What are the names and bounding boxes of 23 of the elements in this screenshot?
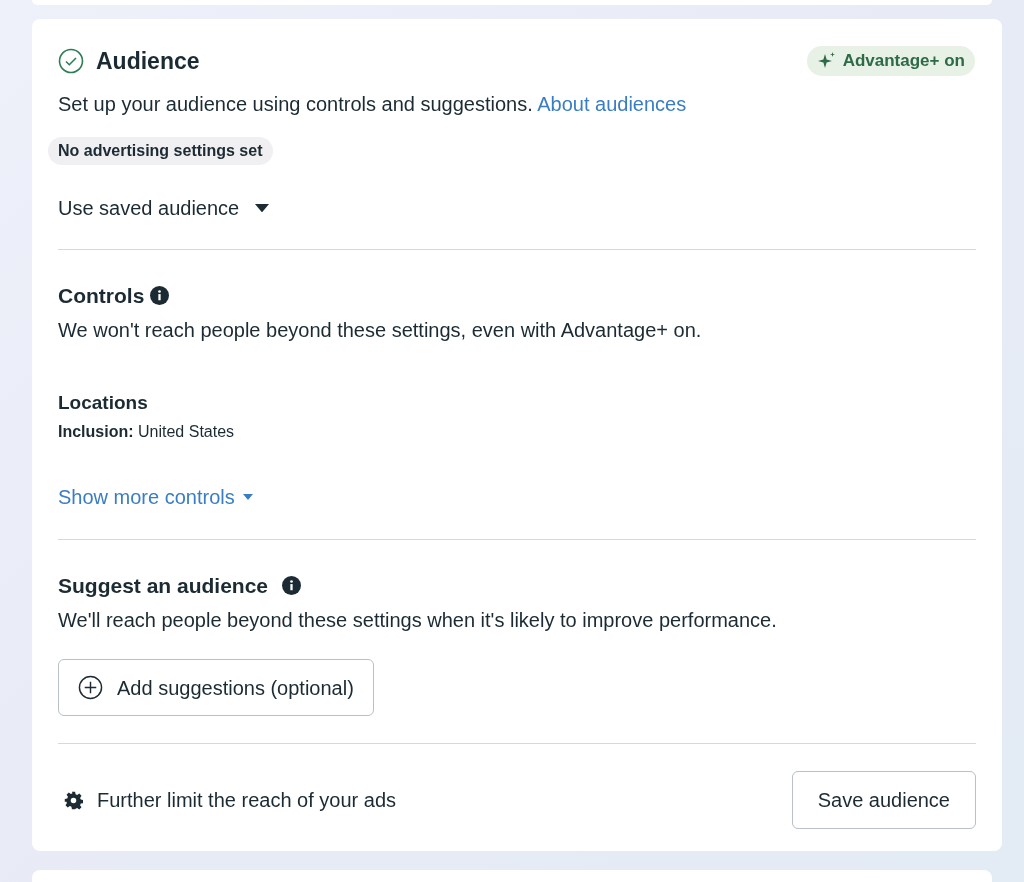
suggest-description: We'll reach people beyond these settings when it's likely to improve performance. xyxy=(58,608,778,634)
caret-icon xyxy=(242,493,253,500)
plus-circle-icon xyxy=(78,675,103,701)
section-title: Audience xyxy=(96,46,200,76)
further-limit-link[interactable]: Further limit the reach of your ads xyxy=(64,785,396,816)
controls-description: We won't reach people beyond these settings, even with Advantage+ on. xyxy=(58,318,703,344)
info-icon xyxy=(150,286,170,306)
add-suggestions-button[interactable]: Add suggestions (optional) xyxy=(58,659,374,717)
suggest-title: Suggest an audience xyxy=(58,572,269,599)
caret-icon xyxy=(255,203,270,213)
show-more-controls-link[interactable]: Show more controls xyxy=(58,481,253,512)
save-audience-button[interactable]: Save audience xyxy=(791,771,976,830)
controls-title: Controls xyxy=(58,282,145,309)
advantage-badge: Advantage+ on xyxy=(806,46,975,76)
about-audiences-link[interactable]: About audiences xyxy=(537,92,687,115)
locations-value: Inclusion: United States xyxy=(58,421,236,442)
saved-audience-dropdown[interactable]: Use saved audience xyxy=(58,192,270,223)
info-icon xyxy=(282,576,302,596)
locations-title: Locations xyxy=(58,391,149,416)
check-circle-icon xyxy=(58,47,84,74)
status-pill: No advertising settings set xyxy=(48,136,273,165)
gear-icon xyxy=(64,790,83,810)
intro-text: Set up your audience using controls and suggestions. About audiences xyxy=(58,91,688,117)
